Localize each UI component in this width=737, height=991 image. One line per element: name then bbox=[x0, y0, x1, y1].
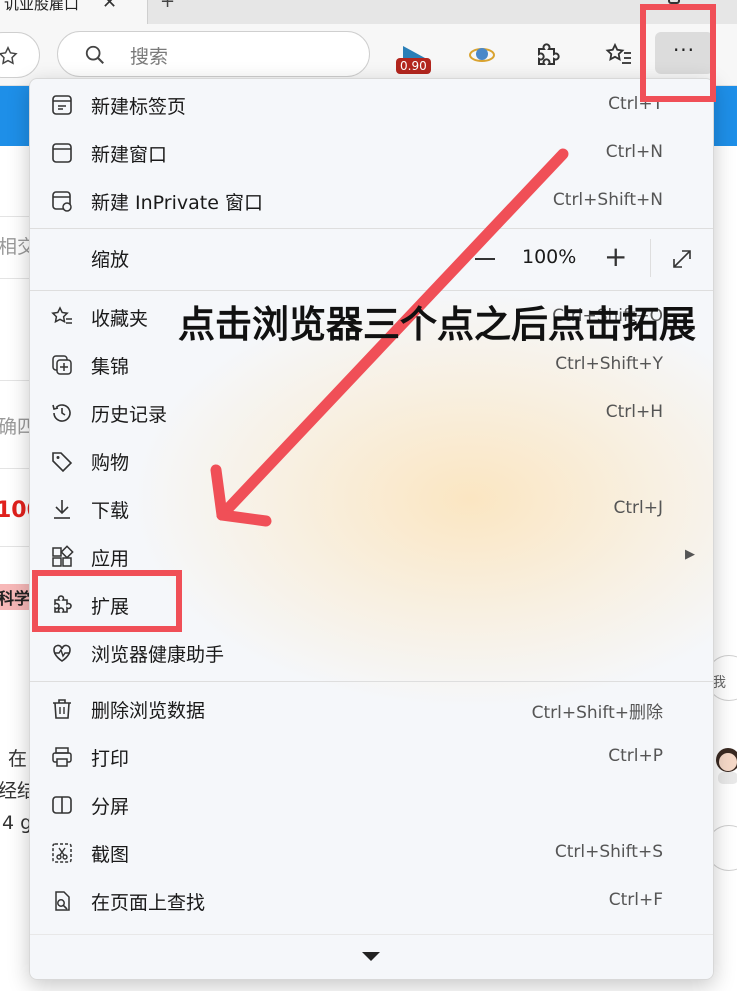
annotation-instruction-text: 点击浏览器三个点之后点击拓展 bbox=[178, 303, 696, 346]
screenshot-stage: 讥业股雇口 ✕ + 搜索 0.90 ··· 相交 确四 100 科学 在 经结 … bbox=[0, 0, 737, 991]
annotation-arrow bbox=[210, 148, 569, 527]
